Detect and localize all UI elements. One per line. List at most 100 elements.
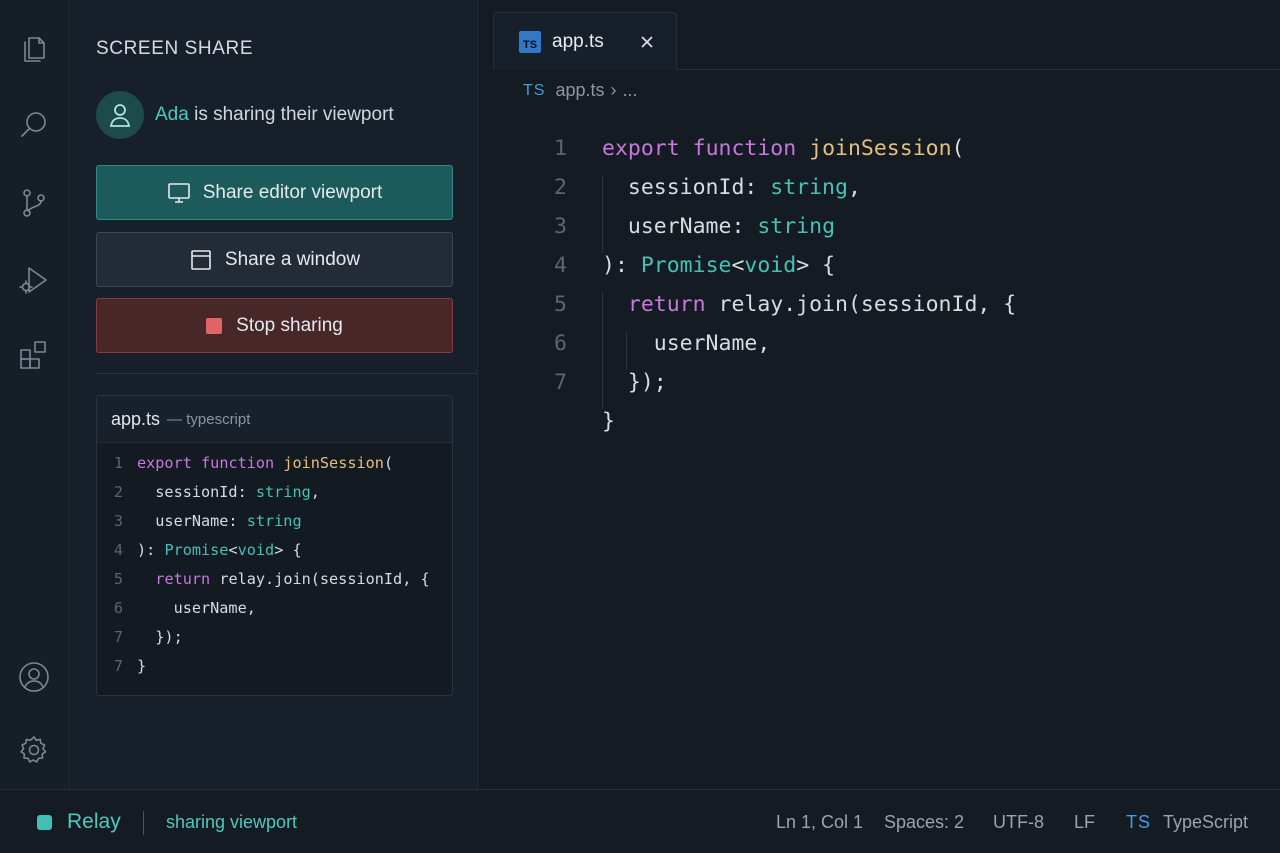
preview-code-token [192, 454, 201, 472]
preview-language: — typescript [167, 410, 251, 428]
code-text: sessionId: string, [602, 175, 861, 214]
editor: TS app.ts TS app.ts › ... 1 export functi… [479, 0, 1280, 789]
preview-code-token: > { [274, 541, 302, 559]
monitor-icon [167, 182, 190, 203]
breadcrumb-more[interactable]: ... [623, 80, 638, 101]
preview-code-text: ): Promise<void> { [137, 541, 302, 570]
user-icon [109, 104, 131, 127]
line-number: 2 [554, 175, 567, 200]
code-token: relay.join(sessionId, { [705, 292, 1017, 317]
code-token: string [757, 214, 836, 239]
code-line: 7 }); [479, 370, 667, 409]
presenter-message: is sharing their viewport [188, 104, 394, 125]
share-editor-viewport-button[interactable]: Share editor viewport [96, 165, 453, 220]
preview-code-token: sessionId: [137, 483, 256, 501]
chevron-right-icon: › [610, 80, 617, 100]
preview-code-line: 3 userName: string [97, 512, 302, 541]
preview-code-text: }); [137, 628, 183, 657]
preview-code-text: userName, [137, 599, 256, 628]
code-token: userName, [602, 331, 771, 356]
code-token: ): [602, 253, 641, 278]
language-icon: TS [1126, 812, 1152, 832]
end-of-line[interactable]: LF [1074, 812, 1095, 833]
preview-code-token: }); [137, 628, 183, 646]
line-number: 4 [554, 253, 567, 278]
run-debug-icon[interactable] [17, 263, 51, 297]
indentation-setting[interactable]: Spaces: 2 [884, 812, 964, 833]
preview-code-token [137, 570, 155, 588]
code-token: , [847, 175, 861, 200]
typescript-file-icon: TS [519, 30, 541, 53]
line-number: 5 [554, 292, 567, 317]
code-token: joinSession [809, 136, 952, 161]
code-line: 3 userName: string [479, 214, 835, 253]
account-icon[interactable] [17, 660, 51, 694]
language-mode[interactable]: TypeScript [1163, 812, 1248, 833]
preview-code-token: userName, [137, 599, 256, 617]
close-icon[interactable] [636, 31, 658, 53]
code-token: ( [951, 136, 965, 161]
code-token: Promise [640, 253, 732, 278]
breadcrumb: TS app.ts › ... [523, 80, 638, 101]
panel-title: SCREEN SHARE [96, 38, 254, 59]
preview-code-line: 7} [97, 657, 146, 686]
preview-line-number: 3 [113, 512, 123, 530]
code-token: userName: [602, 214, 758, 239]
code-token: void [744, 253, 797, 278]
line-number: 7 [554, 370, 567, 395]
preview-code-token: < [228, 541, 238, 559]
preview-code-line: 4): Promise<void> { [97, 541, 302, 570]
window-icon [191, 249, 211, 270]
preview-code-text: return relay.join(sessionId, { [137, 570, 429, 599]
code-line: 6 userName, [479, 331, 770, 370]
preview-code-line: 7 }); [97, 628, 183, 657]
preview-line-number: 2 [113, 483, 123, 501]
preview-code-token: return [155, 570, 211, 588]
presenter-name: Ada [155, 104, 189, 125]
presenter-status: Ada is sharing their viewport [155, 104, 394, 126]
cursor-position[interactable]: Ln 1, Col 1 [776, 812, 863, 833]
extensions-icon[interactable] [17, 338, 51, 372]
preview-code-token: export [137, 454, 192, 472]
line-number: 6 [554, 331, 567, 356]
share-editor-viewport-label: Share editor viewport [202, 181, 383, 203]
preview-code-token: Promise [164, 541, 229, 559]
source-control-icon[interactable] [17, 186, 51, 220]
presenter-row: Ada is sharing their viewport [96, 91, 394, 139]
line-number: 3 [554, 214, 567, 239]
status-divider [143, 811, 144, 835]
breadcrumb-file[interactable]: app.ts [555, 80, 604, 101]
stop-icon [206, 317, 223, 334]
code-line: } [479, 409, 615, 448]
status-bar: Relay sharing viewport Ln 1, Col 1 Space… [0, 789, 1280, 853]
code-token: string [770, 175, 848, 200]
share-window-button[interactable]: Share a window [96, 232, 453, 287]
stop-sharing-button[interactable]: Stop sharing [96, 298, 453, 353]
stop-sharing-label: Stop sharing [236, 314, 343, 336]
settings-icon[interactable] [17, 733, 51, 767]
sharing-status[interactable]: sharing viewport [166, 812, 297, 833]
tab-label: app.ts [552, 30, 604, 52]
code-token: function [692, 136, 797, 161]
code-text: userName, [602, 331, 771, 370]
preview-code-token: joinSession [283, 454, 384, 472]
preview-code-token: void [237, 541, 275, 559]
preview-code-line: 1 export function joinSession( [97, 454, 393, 483]
avatar [96, 91, 144, 139]
preview-code-token: function [201, 454, 275, 472]
preview-code-line: 2 sessionId: string, [97, 483, 320, 512]
search-icon[interactable] [17, 108, 51, 142]
relay-app-label[interactable]: Relay [67, 810, 121, 834]
code-line: 2 sessionId: string, [479, 175, 861, 214]
preview-code-token: ): [137, 541, 165, 559]
line-number [479, 409, 567, 448]
tab-app-ts[interactable]: TS app.ts [493, 12, 677, 70]
preview-code-token: , [310, 483, 320, 501]
preview-code-token: string [255, 483, 311, 501]
encoding[interactable]: UTF-8 [993, 812, 1044, 833]
files-icon[interactable] [17, 31, 51, 65]
preview-code-text: userName: string [137, 512, 301, 541]
preview-line-number: 6 [113, 599, 123, 617]
